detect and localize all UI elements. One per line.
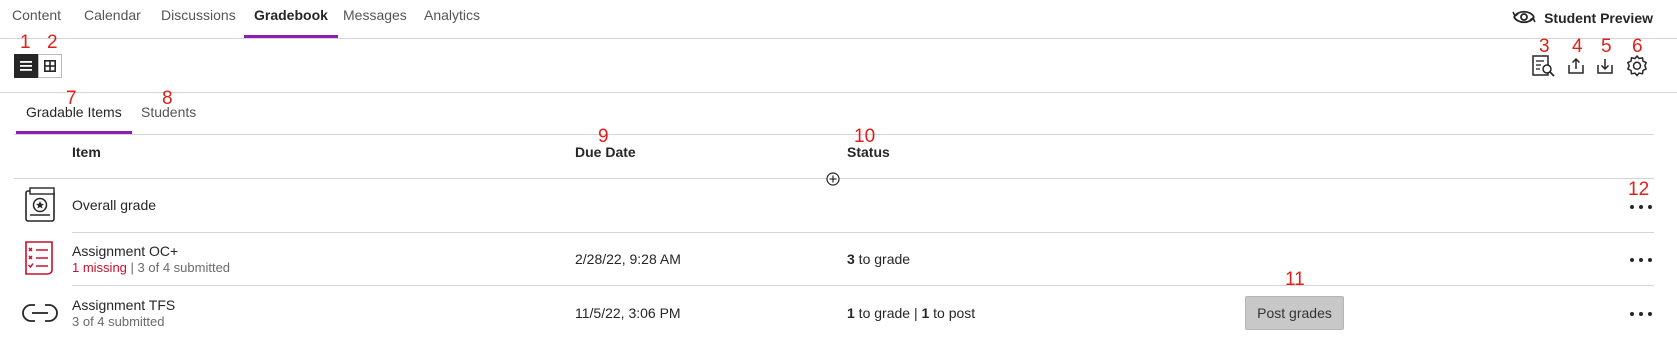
grid-view-button[interactable] (38, 54, 62, 78)
submitted-count: 3 of 4 submitted (137, 260, 231, 275)
annotation-marker: 2 (47, 32, 58, 53)
add-column-button[interactable] (826, 172, 840, 186)
annotation-marker: 12 (1628, 179, 1650, 200)
list-view-button[interactable] (14, 54, 38, 78)
upload-icon (1568, 57, 1584, 74)
separator: | (126, 260, 138, 275)
annotation-marker: 11 (1285, 269, 1305, 290)
top-navigation: Content Calendar Discussions Gradebook M… (0, 0, 1677, 39)
item-name[interactable]: Overall grade (72, 197, 156, 213)
nav-tab-content[interactable]: Content (12, 0, 61, 36)
status-count: 3 (847, 251, 855, 267)
gradebook-subtabs: Gradable Items Students (14, 100, 1654, 135)
annotation-marker: 6 (1632, 36, 1643, 57)
link-icon (22, 295, 58, 331)
annotation-marker: 10 (854, 126, 876, 147)
due-date: 11/5/22, 3:06 PM (575, 305, 681, 321)
status-text: to grade (854, 251, 911, 267)
more-options-button[interactable] (1630, 201, 1652, 213)
annotation-marker: 4 (1572, 36, 1583, 57)
column-header-item[interactable]: Item (72, 144, 101, 160)
more-options-button[interactable] (1630, 308, 1652, 320)
row-divider (72, 232, 1654, 233)
status[interactable]: 1 to grade | 1 to post (847, 305, 975, 321)
row-divider (72, 285, 1654, 286)
post-grades-button[interactable]: Post grades (1245, 296, 1344, 330)
missing-count[interactable]: 1 missing (72, 260, 127, 275)
status-text: to grade | (854, 305, 922, 321)
eye-refresh-icon (1512, 8, 1536, 29)
student-preview-button[interactable]: Student Preview (1512, 6, 1653, 30)
add-circle-icon (826, 172, 840, 186)
overall-grade-icon (22, 187, 58, 223)
status[interactable]: 3 to grade (847, 251, 910, 267)
annotation-marker: 7 (66, 88, 77, 109)
assignment-red-icon (22, 240, 58, 276)
list-view-icon (20, 61, 32, 71)
annotation-marker: 8 (162, 88, 173, 109)
submission-summary: 1 missing | 3 of 4 submitted (72, 260, 230, 275)
annotation-marker: 3 (1539, 36, 1550, 57)
annotation-marker: 5 (1601, 36, 1612, 57)
item-name[interactable]: Assignment OC+ (72, 243, 178, 259)
grading-review-icon (1532, 55, 1555, 77)
due-date: 2/28/22, 9:28 AM (575, 251, 681, 267)
grid-view-icon (44, 60, 56, 72)
nav-tab-gradebook[interactable]: Gradebook (244, 0, 338, 38)
more-options-button[interactable] (1630, 254, 1652, 266)
submitted-count: 3 of 4 submitted (72, 314, 165, 329)
status-text: to post (929, 305, 976, 321)
nav-tab-messages[interactable]: Messages (343, 0, 407, 36)
divider (0, 92, 1677, 93)
nav-tab-analytics[interactable]: Analytics (424, 0, 480, 36)
item-name[interactable]: Assignment TFS (72, 297, 175, 313)
status-count: 1 (847, 305, 855, 321)
annotation-marker: 1 (20, 32, 31, 53)
nav-tab-discussions[interactable]: Discussions (161, 0, 236, 36)
student-preview-label: Student Preview (1544, 10, 1653, 26)
annotation-marker: 9 (598, 126, 609, 147)
download-icon (1597, 59, 1613, 74)
settings-gear-icon (1627, 55, 1647, 77)
view-toggle (14, 54, 62, 78)
nav-tab-calendar[interactable]: Calendar (84, 0, 141, 36)
